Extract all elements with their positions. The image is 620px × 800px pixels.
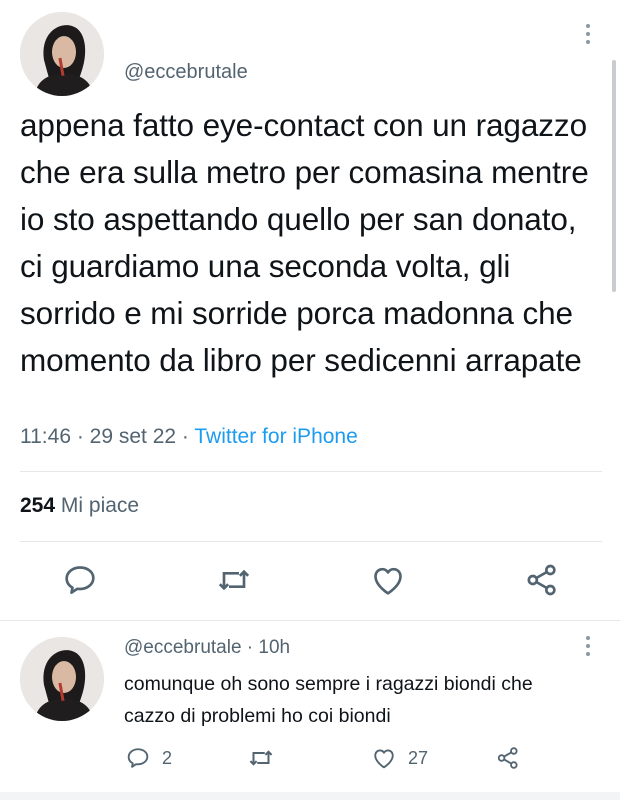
reply-separator: · [241, 637, 259, 658]
reply-button[interactable] [60, 560, 100, 600]
reply-more-options-icon[interactable] [582, 636, 594, 658]
reply-reply-button[interactable]: 2 [124, 742, 172, 774]
scrollbar[interactable] [612, 60, 616, 292]
divider [20, 541, 602, 542]
author-handle[interactable]: @eccebrutale [124, 61, 248, 84]
reply-share-button[interactable] [494, 742, 522, 774]
share-icon [497, 747, 518, 769]
retweet-button[interactable] [214, 560, 254, 600]
share-icon [527, 564, 556, 596]
reply-like-count: 27 [408, 747, 429, 768]
timeline-gap [0, 792, 620, 800]
reply-author-handle[interactable]: @eccebrutale [124, 637, 242, 658]
reply-header: @eccebrutale · 10h [124, 637, 290, 659]
tweet-text: appena fatto eye-contact con un ragazzo … [20, 107, 589, 378]
reply-retweet-button[interactable] [246, 742, 276, 774]
tweet-date: 29 set 22 [89, 425, 177, 448]
like-icon [374, 567, 402, 595]
reply-timestamp[interactable]: 10h [258, 637, 290, 658]
meta-separator: · [71, 425, 90, 448]
likes-count: 254 [20, 494, 56, 517]
reply-avatar[interactable] [20, 637, 104, 721]
reply-count: 2 [162, 747, 173, 768]
more-options-icon[interactable] [582, 24, 594, 50]
retweet-icon [249, 750, 273, 766]
retweet-icon [218, 569, 250, 591]
tweet-time: 11:46 [20, 425, 71, 448]
like-icon [374, 749, 394, 769]
tweet-source-link[interactable]: Twitter for iPhone [194, 425, 357, 448]
reply-icon [65, 566, 95, 594]
likes-label: Mi piace [60, 494, 140, 517]
likes-summary[interactable]: 254 Mi piace [20, 494, 139, 518]
reply-like-button[interactable]: 27 [370, 742, 428, 774]
like-button[interactable] [368, 560, 408, 600]
tweet-meta: 11:46 · 29 set 22 · Twitter for iPhone [20, 425, 358, 449]
reply-text: comunque oh sono sempre i ragazzi biondi… [124, 673, 533, 727]
share-button[interactable] [522, 560, 562, 600]
avatar[interactable] [20, 12, 104, 96]
meta-separator: · [176, 425, 195, 448]
reply-icon [127, 748, 149, 768]
divider [0, 620, 620, 621]
divider [20, 471, 602, 472]
